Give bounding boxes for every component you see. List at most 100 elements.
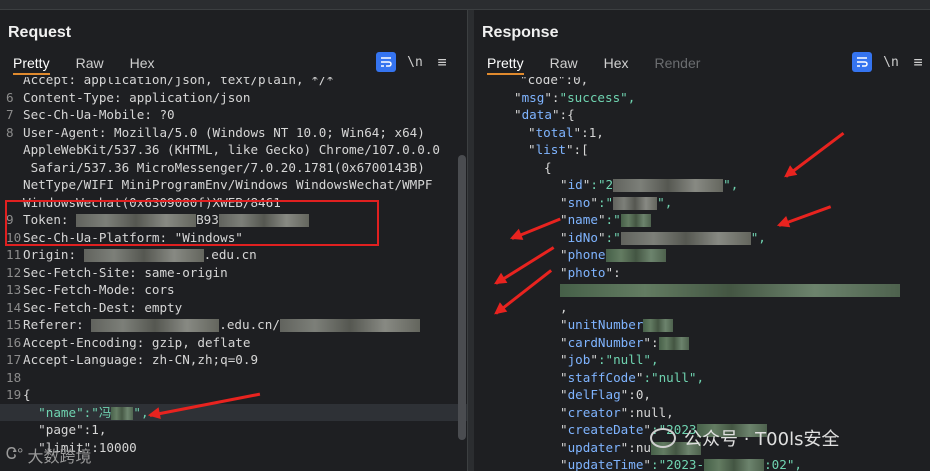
json-key: data	[521, 107, 552, 122]
redacted-value	[613, 179, 724, 192]
tab-hex[interactable]: Hex	[130, 53, 155, 75]
json-entry: "unitNumber	[560, 316, 674, 334]
code-line: 11 Origin: .edu.cn	[0, 246, 467, 264]
line-number: 11	[6, 247, 22, 262]
line-text: Origin:	[23, 247, 84, 262]
json-value: :1,	[581, 124, 604, 140]
json-value: :"2	[590, 177, 614, 192]
json-key: unitNumber	[567, 317, 644, 332]
code-line: "job":"null",	[474, 351, 930, 369]
response-tabs: Pretty Raw Hex Render	[474, 53, 713, 75]
code-line: 15 Referer: .edu.cn/	[0, 316, 467, 334]
json-value: :0,	[628, 387, 652, 402]
line-text: Sec-Fetch-Mode: cors	[23, 282, 175, 297]
json-value: :	[651, 334, 659, 350]
code-line: "msg":"success",	[474, 89, 930, 107]
tab-hex[interactable]: Hex	[604, 53, 629, 75]
watermark-right: 公众号 · T00ls安全	[650, 425, 839, 451]
code-line: 14 Sec-Fetch-Dest: empty	[0, 299, 467, 317]
json-value: :"null",	[597, 352, 659, 367]
top-toolbar	[0, 0, 930, 10]
line-text: {	[23, 387, 31, 402]
json-value: :nu	[628, 439, 652, 455]
json-entry: "idNo":" ",	[560, 229, 766, 245]
request-pane: Request Pretty Raw Hex \n ≡ Accept: appl…	[0, 10, 468, 471]
origin-suffix: .edu.cn	[203, 247, 257, 262]
json-key: phone	[567, 247, 606, 262]
json-value: :"2023-	[651, 457, 705, 471]
json-value: :"	[605, 229, 621, 245]
wechat-logo-icon	[650, 428, 676, 448]
json-entry: "name":"	[560, 211, 651, 229]
menu-icon[interactable]: ≡	[434, 53, 450, 71]
newline-icon[interactable]: \n	[406, 55, 424, 70]
json-key: job	[567, 352, 591, 367]
json-key: name	[567, 212, 598, 227]
json-value: :	[613, 264, 621, 280]
tab-pretty[interactable]: Pretty	[487, 53, 524, 75]
redacted-name	[111, 406, 134, 420]
line-number: 16	[6, 334, 22, 350]
referer-suffix: .edu.cn/	[219, 317, 280, 332]
json-key: idNo	[567, 229, 598, 245]
request-tabs: Pretty Raw Hex	[0, 53, 168, 75]
json-entry: "cardNumber":	[560, 334, 689, 352]
request-editor[interactable]: Accept: application/json, text/plain, */…	[0, 77, 467, 471]
line-number: 8	[6, 124, 14, 140]
wrap-icon[interactable]	[376, 52, 396, 72]
line-text: Safari/537.36 MicroMessenger/7.0.20.1781…	[23, 159, 425, 175]
tab-render[interactable]: Render	[655, 53, 701, 75]
tab-raw[interactable]: Raw	[76, 53, 104, 75]
json-entry: "data":{	[514, 107, 575, 122]
json-value: :[	[573, 142, 589, 157]
code-line: "creator":null,	[474, 404, 930, 422]
vertical-scrollbar[interactable]	[458, 155, 466, 440]
json-entry: "total":1,	[528, 124, 604, 140]
code-line: 16 Accept-Encoding: gzip, deflate	[0, 334, 467, 352]
code-line: "unitNumber	[474, 316, 930, 334]
request-title: Request	[8, 24, 72, 41]
line-text: AppleWebKit/537.36 (KHTML, like Gecko) C…	[23, 142, 441, 157]
json-entry: "creator":null,	[560, 404, 674, 420]
line-text: Content-Type: application/json	[23, 89, 251, 105]
line-number: 13	[6, 282, 22, 297]
origin-line: Origin: .edu.cn	[23, 246, 257, 264]
line-text: Sec-Ch-Ua-Mobile: ?0	[23, 107, 175, 122]
line-number: 6	[6, 89, 14, 105]
code-line: "page":1,	[0, 421, 467, 439]
redacted-value	[704, 459, 765, 471]
code-line: Safari/537.36 MicroMessenger/7.0.20.1781…	[0, 159, 467, 177]
code-line: 17 Accept-Language: zh-CN,zh;q=0.9	[0, 351, 467, 369]
code-line: "idNo":" ",	[474, 229, 930, 247]
line-number: 19	[6, 387, 22, 402]
response-title: Response	[482, 24, 559, 41]
code-line: "total":1,	[474, 124, 930, 142]
json-key: createDate	[567, 422, 644, 437]
json-entry: "photo":	[560, 264, 621, 280]
wrap-icon[interactable]	[852, 52, 872, 72]
json-entry	[560, 281, 900, 299]
code-line: 12 Sec-Fetch-Site: same-origin	[0, 264, 467, 282]
code-line: 7 Sec-Ch-Ua-Mobile: ?0	[0, 106, 467, 124]
json-value: :"	[597, 194, 614, 210]
json-key: photo	[567, 264, 606, 280]
json-key: staffCode	[567, 369, 636, 385]
line-text: "code":0,	[520, 77, 589, 87]
json-value: :"	[605, 212, 621, 227]
watermark-right-text: 公众号 · T00ls安全	[684, 429, 840, 450]
code-line: "data":{	[474, 106, 930, 124]
watermark-left-text: 大数跨境	[27, 449, 92, 466]
json-entry: "id":"2 ",	[560, 177, 739, 192]
redacted-value	[620, 214, 651, 227]
menu-icon[interactable]: ≡	[910, 53, 926, 71]
response-pane: Response Pretty Raw Hex Render \n ≡ "cod…	[474, 10, 930, 471]
tab-raw[interactable]: Raw	[550, 53, 578, 75]
code-line: "delFlag":0,	[474, 386, 930, 404]
json-entry: "list":[	[528, 142, 589, 157]
redacted-value	[643, 319, 674, 332]
code-line: 13 Sec-Fetch-Mode: cors	[0, 281, 467, 299]
redacted-value	[620, 231, 751, 245]
newline-icon[interactable]: \n	[882, 55, 900, 70]
tab-pretty[interactable]: Pretty	[13, 53, 50, 75]
json-key: delFlag	[567, 387, 621, 402]
